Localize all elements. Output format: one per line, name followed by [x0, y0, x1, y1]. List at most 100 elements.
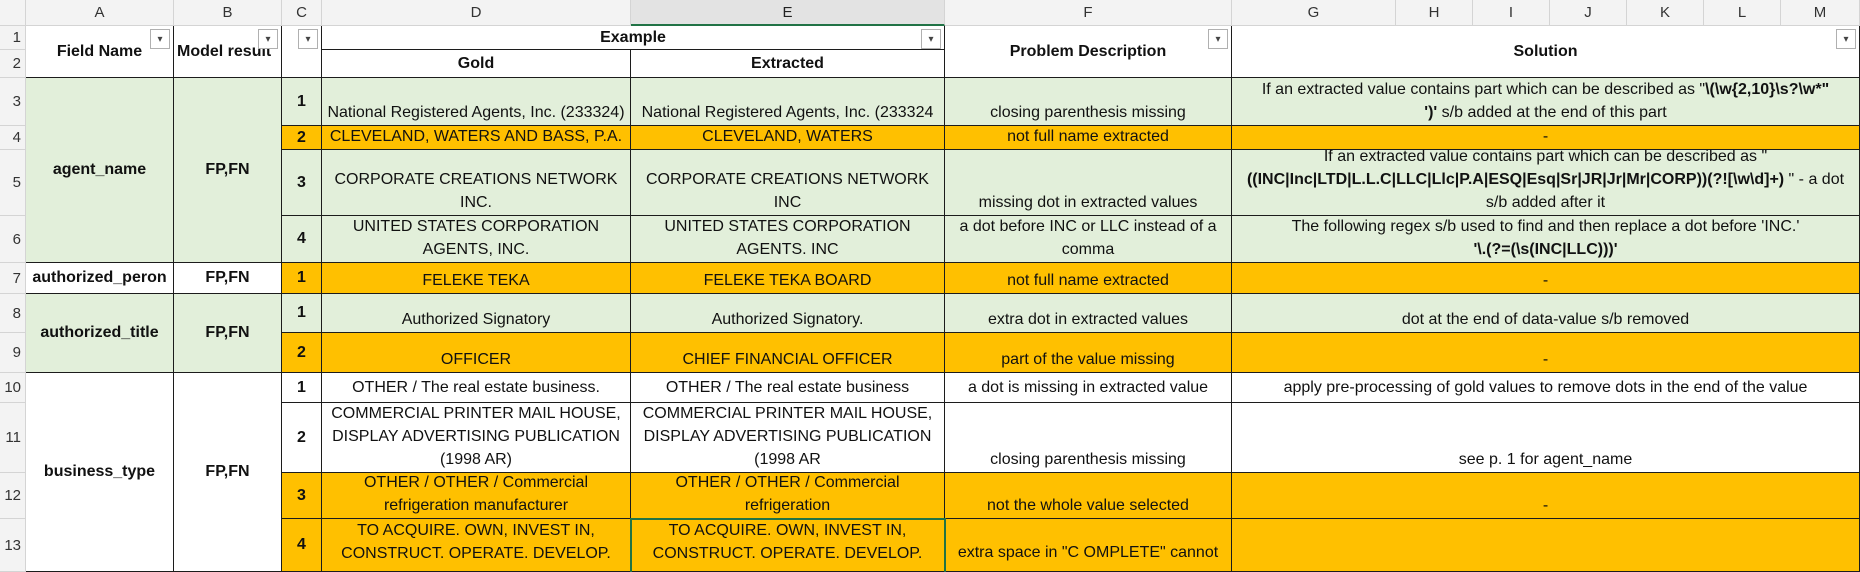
filter-dropdown-b[interactable]: ▾ — [258, 29, 278, 49]
row-number-cell[interactable]: 2 — [282, 126, 322, 150]
row-number-cell[interactable]: 2 — [282, 333, 322, 373]
gold-cell[interactable]: OTHER / OTHER / Commercial refrigeration… — [322, 473, 631, 519]
model-result-cell[interactable]: FP,FN — [174, 294, 282, 373]
field-name-cell[interactable]: authorized_peron — [26, 263, 174, 294]
filter-dropdown-a[interactable]: ▾ — [150, 29, 170, 49]
problem-cell[interactable]: a dot before INC or LLC instead of a com… — [945, 216, 1232, 263]
problem-cell[interactable]: closing parenthesis missing — [945, 78, 1232, 126]
column-header-m[interactable]: M — [1781, 0, 1860, 26]
solution-cell[interactable]: If an extracted value contains part whic… — [1232, 78, 1860, 126]
row-header-3[interactable]: 3 — [0, 78, 26, 126]
row-number-cell[interactable]: 4 — [282, 216, 322, 263]
row-number-cell[interactable]: 1 — [282, 294, 322, 333]
problem-cell[interactable]: closing parenthesis missing — [945, 403, 1232, 473]
filter-dropdown-example[interactable]: ▾ — [921, 29, 941, 49]
extracted-cell[interactable]: Authorized Signatory. — [631, 294, 945, 333]
gold-cell[interactable]: National Registered Agents, Inc. (233324… — [322, 78, 631, 126]
gold-cell[interactable]: TO ACQUIRE. OWN, INVEST IN, CONSTRUCT. O… — [322, 519, 631, 572]
header-gold[interactable]: Gold — [322, 50, 631, 78]
gold-cell[interactable]: OFFICER — [322, 333, 631, 373]
extracted-cell[interactable]: National Registered Agents, Inc. (233324 — [631, 78, 945, 126]
problem-cell[interactable]: part of the value missing — [945, 333, 1232, 373]
header-solution[interactable]: Solution — [1232, 26, 1860, 78]
problem-cell[interactable]: a dot is missing in extracted value — [945, 373, 1232, 403]
gold-cell[interactable]: OTHER / The real estate business. — [322, 373, 631, 403]
extracted-cell[interactable]: FELEKE TEKA BOARD — [631, 263, 945, 294]
problem-cell[interactable]: not full name extracted — [945, 126, 1232, 150]
field-name-cell[interactable]: agent_name — [26, 78, 174, 263]
solution-cell[interactable]: see p. 1 for agent_name — [1232, 403, 1860, 473]
column-header-f[interactable]: F — [945, 0, 1232, 26]
model-result-cell[interactable]: FP,FN — [174, 78, 282, 263]
column-header-d[interactable]: D — [322, 0, 631, 26]
row-number-cell[interactable]: 2 — [282, 403, 322, 473]
extracted-cell[interactable]: OTHER / OTHER / Commercial refrigeration — [631, 473, 945, 519]
extracted-cell[interactable]: UNITED STATES CORPORATION AGENTS. INC — [631, 216, 945, 263]
row-number-cell[interactable]: 1 — [282, 373, 322, 403]
extracted-cell[interactable]: TO ACQUIRE. OWN, INVEST IN, CONSTRUCT. O… — [631, 519, 945, 572]
select-all-corner[interactable] — [0, 0, 26, 26]
gold-cell[interactable]: Authorized Signatory — [322, 294, 631, 333]
field-name-cell[interactable]: business_type — [26, 373, 174, 572]
row-header-9[interactable]: 9 — [0, 333, 26, 373]
column-header-h[interactable]: H — [1396, 0, 1473, 26]
header-example[interactable]: Example — [322, 26, 945, 50]
header-problem-description[interactable]: Problem Description — [945, 26, 1232, 78]
row-number-cell[interactable]: 3 — [282, 150, 322, 216]
problem-cell[interactable]: not full name extracted — [945, 263, 1232, 294]
solution-cell[interactable]: If an extracted value contains part whic… — [1232, 150, 1860, 216]
column-header-e[interactable]: E — [631, 0, 945, 26]
gold-cell[interactable]: COMMERCIAL PRINTER MAIL HOUSE, DISPLAY A… — [322, 403, 631, 473]
field-name-cell[interactable]: authorized_title — [26, 294, 174, 373]
header-extracted[interactable]: Extracted — [631, 50, 945, 78]
column-header-k[interactable]: K — [1627, 0, 1704, 26]
solution-cell[interactable] — [1232, 519, 1860, 572]
gold-cell[interactable]: CORPORATE CREATIONS NETWORK INC. — [322, 150, 631, 216]
row-number-cell[interactable]: 1 — [282, 78, 322, 126]
extracted-cell[interactable]: CHIEF FINANCIAL OFFICER — [631, 333, 945, 373]
gold-cell[interactable]: FELEKE TEKA — [322, 263, 631, 294]
row-header-13[interactable]: 13 — [0, 519, 26, 572]
model-result-cell[interactable]: FP,FN — [174, 263, 282, 294]
filter-dropdown-c[interactable]: ▾ — [298, 29, 318, 49]
column-header-g[interactable]: G — [1232, 0, 1396, 26]
column-header-a[interactable]: A — [26, 0, 174, 26]
row-number-cell[interactable]: 1 — [282, 263, 322, 294]
gold-cell[interactable]: CLEVELAND, WATERS AND BASS, P.A. — [322, 126, 631, 150]
row-number-cell[interactable]: 4 — [282, 519, 322, 572]
spreadsheet-grid[interactable]: A B C D E F G H I J K L M 1 2 3 4 5 6 7 … — [0, 0, 1860, 572]
solution-cell[interactable]: - — [1232, 126, 1860, 150]
solution-cell[interactable]: dot at the end of data-value s/b removed — [1232, 294, 1860, 333]
problem-cell[interactable]: extra dot in extracted values — [945, 294, 1232, 333]
row-header-4[interactable]: 4 — [0, 126, 26, 150]
row-header-12[interactable]: 12 — [0, 473, 26, 519]
column-header-j[interactable]: J — [1550, 0, 1627, 26]
extracted-cell[interactable]: OTHER / The real estate business — [631, 373, 945, 403]
row-header-5[interactable]: 5 — [0, 150, 26, 216]
row-header-1[interactable]: 1 — [0, 26, 26, 50]
extracted-cell[interactable]: COMMERCIAL PRINTER MAIL HOUSE, DISPLAY A… — [631, 403, 945, 473]
problem-cell[interactable]: extra space in "C OMPLETE" cannot — [945, 519, 1232, 572]
filter-dropdown-f[interactable]: ▾ — [1208, 29, 1228, 49]
extracted-cell[interactable]: CLEVELAND, WATERS — [631, 126, 945, 150]
model-result-cell[interactable]: FP,FN — [174, 373, 282, 572]
solution-cell[interactable]: - — [1232, 263, 1860, 294]
column-header-b[interactable]: B — [174, 0, 282, 26]
column-header-c[interactable]: C — [282, 0, 322, 26]
row-header-6[interactable]: 6 — [0, 216, 26, 263]
gold-cell[interactable]: UNITED STATES CORPORATION AGENTS, INC. — [322, 216, 631, 263]
row-header-7[interactable]: 7 — [0, 263, 26, 294]
row-header-8[interactable]: 8 — [0, 294, 26, 333]
solution-cell[interactable]: - — [1232, 333, 1860, 373]
filter-dropdown-g[interactable]: ▾ — [1836, 29, 1856, 49]
row-header-11[interactable]: 11 — [0, 403, 26, 473]
row-number-cell[interactable]: 3 — [282, 473, 322, 519]
row-header-10[interactable]: 10 — [0, 373, 26, 403]
problem-cell[interactable]: not the whole value selected — [945, 473, 1232, 519]
column-header-i[interactable]: I — [1473, 0, 1550, 26]
row-header-2[interactable]: 2 — [0, 50, 26, 78]
solution-cell[interactable]: The following regex s/b used to find and… — [1232, 216, 1860, 263]
solution-cell[interactable]: apply pre-processing of gold values to r… — [1232, 373, 1860, 403]
extracted-cell[interactable]: CORPORATE CREATIONS NETWORK INC — [631, 150, 945, 216]
column-header-l[interactable]: L — [1704, 0, 1781, 26]
